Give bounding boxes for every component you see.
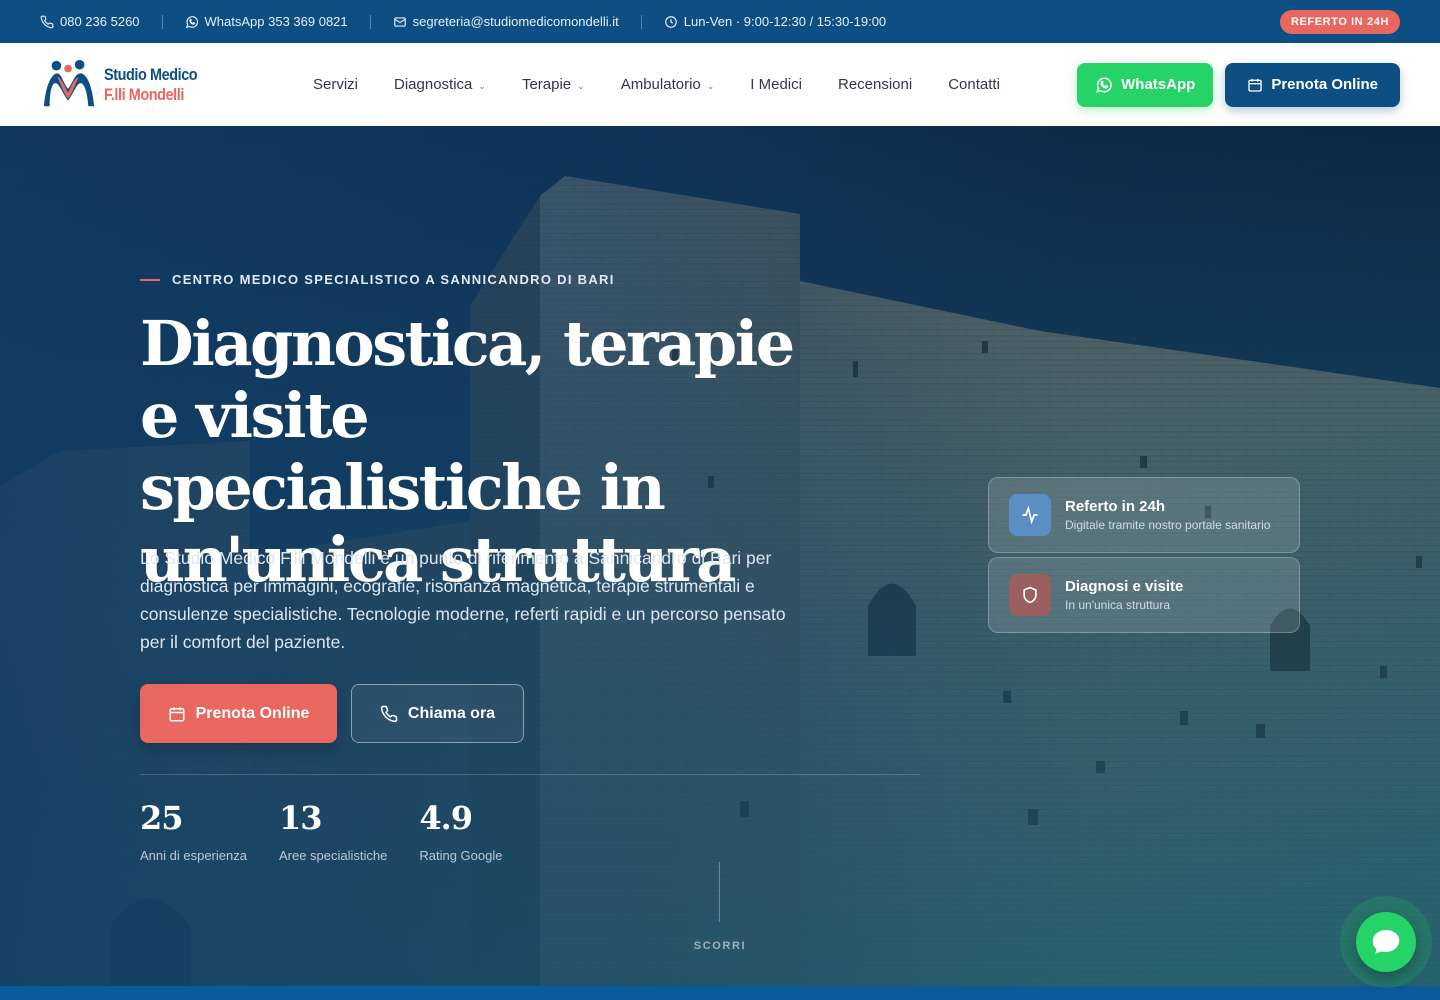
feature-card-title: Diagnosi e visite — [1065, 578, 1184, 595]
main-header: Studio Medico F.lli Mondelli Servizi Dia… — [0, 43, 1440, 126]
chevron-down-icon: ⌄ — [577, 81, 585, 91]
nav-contatti[interactable]: Contatti — [930, 76, 1018, 93]
feature-card-subtitle: In un'unica struttura — [1065, 598, 1171, 612]
stat-item: 13 Aree specialistiche — [279, 798, 387, 863]
call-now-label: Chiama ora — [407, 704, 496, 722]
nav-servizi-label: Servizi — [313, 76, 359, 93]
topbar-email-text: segreteria@studiomedicomondelli.it — [412, 14, 619, 29]
calendar-icon — [1248, 78, 1262, 92]
scroll-label[interactable]: SCORRI — [0, 940, 1440, 952]
logo-text: Studio Medico F.lli Mondelli — [104, 64, 198, 105]
hero-book-online-label: Prenota Online — [195, 704, 310, 722]
eyebrow-accent-line — [140, 278, 160, 281]
whatsapp-icon — [1096, 77, 1112, 93]
chat-bubble-icon — [1372, 930, 1400, 954]
referto-badge: REFERTO IN 24H — [1279, 9, 1400, 34]
nav-ambulatorio-label: Ambulatorio — [620, 76, 701, 93]
nav-servizi[interactable]: Servizi — [295, 76, 376, 93]
hero-eyebrow-text: CENTRO MEDICO SPECIALISTICO A SANNICANDR… — [172, 272, 615, 287]
nav-medici-label: I Medici — [750, 76, 802, 93]
stats-divider — [140, 774, 920, 775]
whatsapp-button-label: WhatsApp — [1121, 76, 1196, 93]
nav-terapie-label: Terapie — [521, 76, 572, 93]
hero-section: CENTRO MEDICO SPECIALISTICO A SANNICANDR… — [0, 126, 1440, 986]
feature-card-referto: Referto in 24h Digitale tramite nostro p… — [988, 477, 1300, 553]
clock-icon — [664, 15, 677, 28]
stat-value: 13 — [278, 799, 323, 837]
stat-value: 4.9 — [419, 799, 473, 837]
logo-line-2: F.lli Mondelli — [104, 84, 184, 104]
stat-label: Rating Google — [419, 848, 503, 863]
feature-card-text: Referto in 24h Digitale tramite nostro p… — [1065, 498, 1270, 532]
hero-buttons: Prenota Online Chiama ora — [140, 684, 524, 743]
divider — [640, 14, 642, 29]
activity-icon — [1009, 494, 1051, 536]
book-online-button-label: Prenota Online — [1271, 76, 1378, 93]
mail-icon — [393, 16, 406, 27]
feature-card-subtitle: Digitale tramite nostro portale sanitari… — [1065, 518, 1271, 532]
book-online-button[interactable]: Prenota Online — [1225, 62, 1400, 107]
feature-card-text: Diagnosi e visite In un'unica struttura — [1065, 578, 1183, 612]
bottom-strip — [0, 986, 1440, 1000]
hero-eyebrow: CENTRO MEDICO SPECIALISTICO A SANNICANDR… — [140, 272, 615, 287]
logo[interactable]: Studio Medico F.lli Mondelli — [40, 56, 280, 114]
nav-recensioni-label: Recensioni — [837, 76, 913, 93]
stat-label: Aree specialistiche — [278, 848, 388, 863]
topbar-phone-text: 080 236 5260 — [60, 14, 140, 29]
nav-diagnostica-label: Diagnostica — [394, 76, 473, 93]
hero-description: Lo Studio Medico F.lli Mondelli è un pun… — [140, 548, 786, 652]
phone-icon — [40, 15, 54, 28]
feature-card-diagnosi: Diagnosi e visite In un'unica struttura — [988, 557, 1300, 633]
scroll-indicator-line — [719, 862, 720, 922]
nav-medici[interactable]: I Medici — [732, 76, 820, 93]
shield-icon — [1009, 574, 1051, 616]
stat-label: Anni di esperienza — [140, 848, 247, 863]
stat-item: 4.9 Rating Google — [419, 798, 502, 863]
nav-diagnostica[interactable]: Diagnostica ⌄ — [376, 76, 504, 93]
nav-contatti-label: Contatti — [948, 76, 1000, 93]
chat-button[interactable] — [1356, 912, 1416, 972]
main-nav: Servizi Diagnostica ⌄ Terapie ⌄ Ambulatori… — [295, 76, 1018, 93]
feature-card-title: Referto in 24h — [1065, 498, 1166, 515]
hero-book-online-button[interactable]: Prenota Online — [140, 684, 337, 743]
header-actions: WhatsApp Prenota Online — [1077, 62, 1400, 107]
stat-item: 25 Anni di esperienza — [140, 798, 247, 863]
whatsapp-icon — [185, 15, 198, 28]
stat-value: 25 — [140, 799, 184, 837]
top-info-bar: 080 236 5260 WhatsApp 353 369 0821 segre… — [0, 0, 1440, 43]
nav-terapie[interactable]: Terapie ⌄ — [504, 76, 603, 93]
topbar-email[interactable]: segreteria@studiomedicomondelli.it — [393, 14, 619, 29]
whatsapp-button[interactable]: WhatsApp — [1077, 62, 1214, 107]
topbar-whatsapp[interactable]: WhatsApp 353 369 0821 — [185, 14, 348, 29]
topbar-hours: Lun-Ven · 9:00-12:30 / 15:30-19:00 — [664, 14, 886, 29]
call-now-button[interactable]: Chiama ora — [351, 684, 524, 743]
topbar-hours-text: Lun-Ven · 9:00-12:30 / 15:30-19:00 — [683, 14, 887, 29]
nav-recensioni[interactable]: Recensioni — [820, 76, 930, 93]
hero-stats: 25 Anni di esperienza 13 Aree specialist… — [140, 798, 502, 863]
calendar-icon — [169, 706, 185, 721]
divider — [369, 14, 371, 29]
logo-line-1: Studio Medico — [104, 64, 198, 84]
phone-icon — [380, 705, 398, 722]
logo-mark-icon — [43, 59, 95, 106]
chevron-down-icon: ⌄ — [706, 81, 715, 91]
topbar-whatsapp-text: WhatsApp 353 369 0821 — [204, 14, 348, 29]
topbar-phone[interactable]: 080 236 5260 — [40, 14, 140, 29]
divider — [161, 14, 163, 29]
chevron-down-icon: ⌄ — [478, 81, 486, 91]
nav-ambulatorio[interactable]: Ambulatorio ⌄ — [603, 76, 733, 93]
